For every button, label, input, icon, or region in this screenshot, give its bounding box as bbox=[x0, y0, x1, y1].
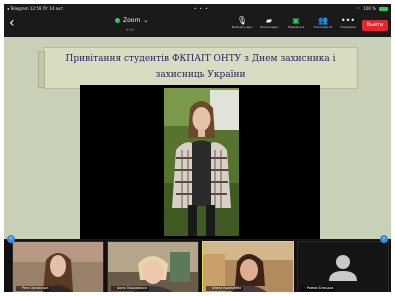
share-icon: ▣ bbox=[292, 16, 300, 25]
participant-video bbox=[13, 242, 103, 292]
mic-off-icon: ✕ bbox=[113, 286, 116, 290]
share-label: Поделиться bbox=[287, 26, 305, 29]
participant-name-text: Олена Кравченко bbox=[211, 286, 242, 290]
more-button[interactable]: ••• Подробнее bbox=[335, 16, 361, 30]
participant-name: ✕ Ірина Пашковська bbox=[111, 286, 150, 291]
participant-name-text: Рита Орловська bbox=[21, 286, 49, 290]
participants-label: Участники 10 bbox=[313, 26, 333, 29]
presenter-video bbox=[164, 88, 239, 236]
back-chevron-icon[interactable]: ‹ bbox=[9, 16, 15, 30]
wifi-icon: ◠ bbox=[356, 6, 361, 11]
participants-button[interactable]: 👥 Участники 10 bbox=[310, 16, 336, 30]
battery-percent: 100 % bbox=[363, 6, 376, 11]
participant-tile-active-speaker[interactable]: ✕ Олена Кравченко bbox=[202, 241, 294, 292]
mic-off-icon: ✕ bbox=[303, 286, 306, 290]
status-bar: ◂ Telegram 12:59 Пт 14 окт. • • • ◠ 100 … bbox=[4, 4, 391, 13]
secure-shield-icon bbox=[115, 18, 120, 23]
participant-name-text: Римма Білецька bbox=[306, 286, 334, 290]
more-icon: ••• bbox=[340, 16, 356, 25]
share-button[interactable]: ▣ Поделиться bbox=[283, 16, 309, 30]
more-label: Подробнее bbox=[340, 26, 356, 29]
participant-tile[interactable]: ✕ Рита Орловська bbox=[12, 241, 104, 292]
ipad-screen: ◂ Telegram 12:59 Пт 14 окт. • • • ◠ 100 … bbox=[4, 4, 391, 292]
status-left: ◂ Telegram 12:59 Пт 14 окт. bbox=[7, 6, 65, 11]
meeting-timer: 0:00 bbox=[126, 28, 134, 32]
start-video-label: Начать видео bbox=[259, 26, 279, 29]
status-center: • • • bbox=[194, 6, 209, 11]
participant-video bbox=[108, 242, 198, 292]
video-off-icon: ▰ bbox=[265, 16, 273, 25]
mic-off-icon: ✕ bbox=[208, 286, 211, 290]
slide-title-banner: Привітання студентів ФКПАІТ ОНТУ з Днем … bbox=[38, 47, 358, 89]
participant-name: ✕ Рита Орловська bbox=[16, 286, 51, 291]
participant-tile[interactable]: ✕ Римма Білецька bbox=[297, 241, 389, 292]
participant-strip: ✕ Рита Орловська ✕ Ірина Пашковська ✕ Ол… bbox=[4, 240, 391, 292]
meeting-toolbar: ‹ Zoom ⌄ 0:00 🎙 Включить звук ▰ Начать в… bbox=[4, 13, 391, 37]
leave-button[interactable]: Выйти bbox=[362, 20, 388, 31]
scroll-right-icon[interactable]: › bbox=[380, 235, 388, 243]
start-video-button[interactable]: ▰ Начать видео bbox=[256, 16, 282, 30]
unmute-label: Включить звук bbox=[231, 26, 253, 29]
slide-title: Привітання студентів ФКПАІТ ОНТУ з Днем … bbox=[65, 54, 336, 80]
scroll-left-icon[interactable]: ‹ bbox=[7, 235, 15, 243]
participant-video bbox=[203, 242, 293, 292]
meeting-title-text: Zoom bbox=[123, 17, 141, 24]
mic-off-icon: ✕ bbox=[18, 286, 21, 290]
meeting-title[interactable]: Zoom ⌄ bbox=[115, 17, 148, 24]
participants-icon: 👥 bbox=[318, 16, 328, 25]
participant-name: ✕ Римма Білецька bbox=[301, 286, 336, 291]
shared-slide: Привітання студентів ФКПАІТ ОНТУ з Днем … bbox=[4, 37, 391, 239]
presenter-video-frame bbox=[80, 85, 320, 239]
participant-tile[interactable]: ✕ Ірина Пашковська bbox=[107, 241, 199, 292]
chevron-down-icon: ⌄ bbox=[143, 17, 149, 24]
battery-icon bbox=[379, 6, 388, 11]
mic-off-icon: 🎙 bbox=[236, 16, 248, 25]
unmute-button[interactable]: 🎙 Включить звук bbox=[229, 16, 255, 30]
participant-name: ✕ Олена Кравченко bbox=[206, 286, 244, 291]
status-right: ◠ 100 % bbox=[357, 4, 388, 13]
avatar-placeholder-icon bbox=[298, 242, 388, 292]
participant-name-text: Ірина Пашковська bbox=[116, 286, 148, 290]
